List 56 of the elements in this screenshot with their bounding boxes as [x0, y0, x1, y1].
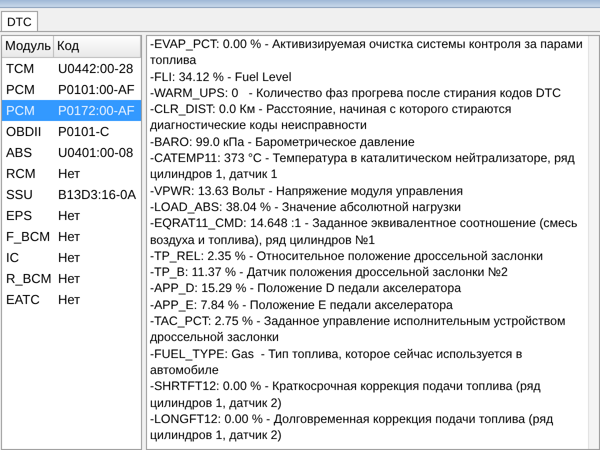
column-header[interactable]: Модуль: [2, 36, 54, 58]
module-cell-text: PCM: [5, 82, 36, 97]
parameter-line: -FUEL_TYPE: Gas - Тип топлива, которое сейчас используется в автомобиле: [150, 346, 524, 378]
parameter-line: -CLR_DIST: 0.0 Км - Расстояние, начиная с которого стираются диагностические коды неисправности: [150, 101, 512, 134]
parameter-line: -EVAP_PCT: 0.00 % - Активизируемая очистка системы контроля за парами топлива: [150, 36, 584, 69]
list-row[interactable]: IC Нет: [2, 247, 141, 268]
parameter-line: -APP_D: 15.29 % - Положение D педали акселератора: [150, 280, 462, 297]
list-row[interactable]: SSU B13D3:16-0A: [2, 184, 141, 205]
code-cell-text: P0172:00-AF: [57, 103, 136, 118]
code-cell-text: B13D3:16-0A: [57, 187, 138, 202]
list-row[interactable]: R_BCM Нет: [2, 268, 141, 289]
code-cell-text: U0401:00-08: [57, 145, 134, 160]
code-cell-text: Нет: [57, 166, 82, 181]
scrollbar[interactable]: [588, 36, 599, 449]
parameter-line: -LONGFT12: 0.00 % - Долговременная коррекция подачи топлива (ряд цилиндров 1, датчик 2): [150, 410, 554, 444]
code-cell-text: Нет: [57, 208, 82, 223]
parameter-line: -CATEMP11: 373 °C - Температура в каталитическом нейтрализаторе, ряд цилиндров 1, датчик 1: [150, 150, 576, 183]
module-cell-text: F_BCM: [5, 229, 52, 244]
module-cell-text: TCM: [5, 61, 36, 76]
module-cell-text: RCM: [5, 166, 37, 181]
parameter-line: -WARM_UPS: 0 - Количество фаз прогрева после стирания кодов DTC: [150, 84, 562, 102]
module-cell-text: SSU: [5, 187, 34, 202]
code-cell-text: U0442:00-28: [57, 61, 134, 76]
parameter-line: -BARO: 99.0 кПа - Барометрическое давление: [150, 134, 416, 150]
parameter-line: -FLI: 34.12 % - Fuel Level: [150, 68, 292, 85]
list-row[interactable]: EPS Нет: [2, 205, 141, 226]
list-row[interactable]: RCM Нет: [2, 163, 141, 184]
parameter-line: -VPWR: 13.63 Вольт - Напряжение модуля управления: [150, 182, 464, 199]
parameter-line: -TAC_PCT: 2.75 % - Заданное управление исполнительным устройством дроссельной заслонки: [150, 313, 566, 346]
code-cell-text: P0101-C: [57, 124, 110, 139]
list-row[interactable]: OBDII P0101-C: [2, 121, 141, 142]
code-cell-text: Нет: [57, 292, 82, 307]
module-cell-text: ABS: [5, 145, 34, 160]
code-cell-text: Нет: [57, 229, 82, 244]
module-cell-text: EPS: [5, 208, 34, 223]
list-row[interactable]: ABS U0401:00-08: [2, 142, 141, 163]
parameter-line: -EQRAT11_CMD: 14.648 :1 - Заданное эквивалентное соотношение (смесь воздуха и топлива), ряд цилиндров №1: [150, 215, 578, 248]
parameter-line: -SHRTFT12: 0.00 % - Краткосрочная коррекция подачи топлива (ряд цилиндров 1, датчик 2): [150, 378, 542, 411]
column-header[interactable]: Код: [54, 36, 141, 58]
list-row[interactable]: F_BCM Нет: [2, 226, 141, 247]
list-row[interactable]: EATC Нет: [2, 289, 141, 310]
module-cell-text: R_BCM: [5, 271, 53, 286]
module-cell-text: IC: [5, 250, 20, 265]
module-cell-text: PCM: [5, 103, 36, 118]
module-cell-text: EATC: [5, 292, 41, 307]
parameter-line: -TP_B: 11.37 % - Датчик положения дроссельной заслонки №2: [150, 264, 509, 280]
tab[interactable]: DTC: [1, 11, 38, 31]
list-row[interactable]: TCM U0442:00-28: [2, 58, 141, 79]
code-cell-text: Нет: [57, 271, 82, 286]
parameter-line: -APP_E: 7.84 % - Положение E педали акселератора: [150, 296, 454, 314]
parameter-line: -TP_REL: 2.35 % - Относительное положение дроссельной заслонки: [150, 248, 544, 264]
parameter-line: -LOAD_ABS: 38.04 % - Значение абсолютной нагрузки: [150, 198, 462, 216]
code-cell-text: P0101:00-AF: [57, 82, 136, 97]
list-row[interactable]: PCM P0101:00-AF: [2, 79, 141, 100]
code-cell-text: Нет: [57, 250, 82, 265]
module-cell-text: OBDII: [5, 124, 42, 139]
